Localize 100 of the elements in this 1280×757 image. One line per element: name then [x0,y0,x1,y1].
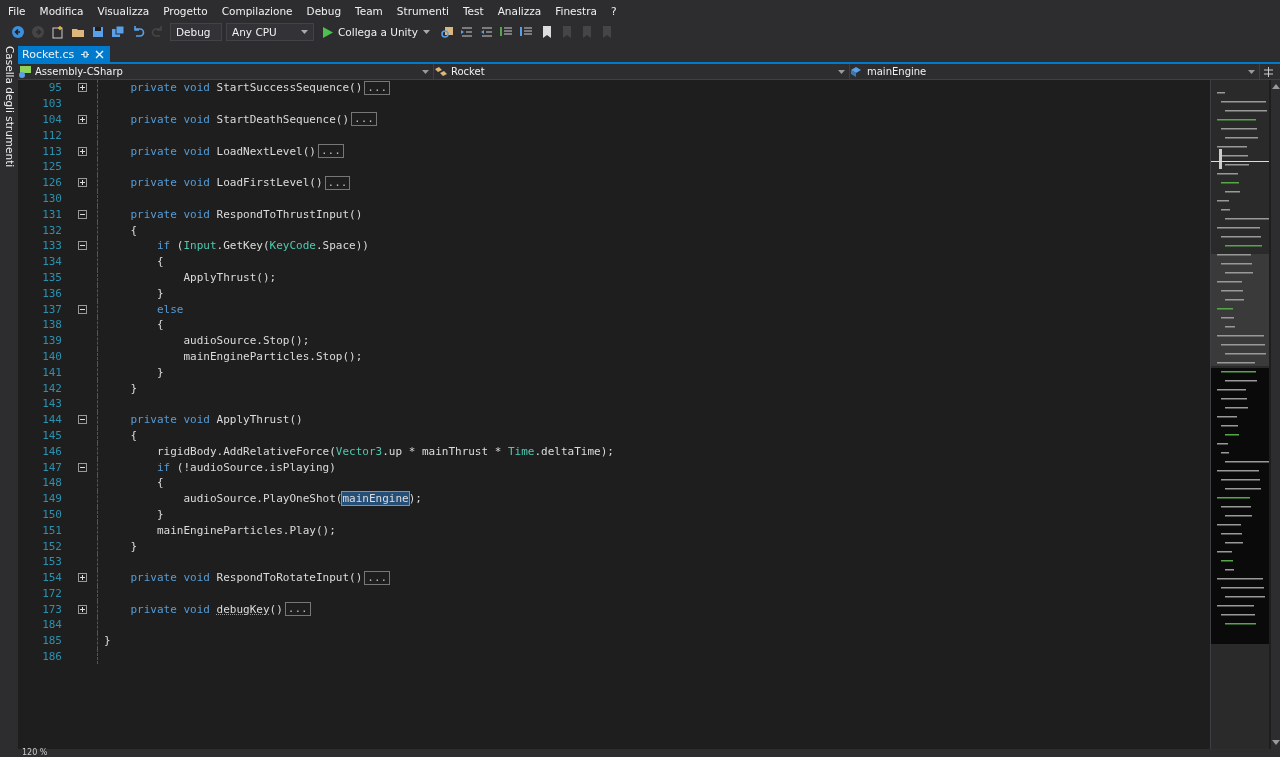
split-icon[interactable] [1264,66,1273,77]
menu-item[interactable]: Test [457,5,492,17]
new-icon[interactable] [50,24,66,40]
code-line: { [155,318,164,332]
line-number: 185 [41,634,63,648]
menu-item[interactable]: Visualizza [91,5,158,17]
line-number: 152 [41,539,63,553]
zoom-level[interactable]: 120 % [22,749,48,757]
collapsed-region[interactable]: ... [284,602,311,617]
run-button[interactable]: Collega a Unity [318,23,435,41]
expand-icon[interactable] [78,146,87,156]
line-number: 95 [47,81,63,95]
collapsed-region[interactable]: ... [324,175,351,190]
line-number: 150 [41,507,63,521]
line-number: 186 [41,650,63,664]
line-number: 132 [41,223,63,237]
caret-icon [422,69,429,74]
code-line: { [129,428,138,442]
code-line: audioSource.Stop(); [182,334,310,348]
menu-item[interactable]: Finestra [549,5,605,17]
expand-icon[interactable] [78,573,87,583]
code-map-drawing[interactable] [1210,80,1269,749]
collapsed-region[interactable]: ... [364,80,391,95]
collapsed-region[interactable]: ... [317,144,344,159]
saveall-icon[interactable] [110,24,126,40]
line-number: 147 [41,460,63,474]
menu-item[interactable]: Progetto [157,5,216,17]
caret-icon [422,30,430,34]
back-icon[interactable] [10,24,26,40]
scroll-up-icon[interactable] [1271,84,1280,89]
code-line: audioSource.PlayOneShot(mainEngine); [182,492,422,506]
menu-item[interactable]: Modifica [33,5,92,17]
caret-icon [1248,69,1255,74]
expand-icon[interactable] [78,83,87,93]
collapse-icon[interactable] [78,209,87,219]
document-tab[interactable]: Rocket.cs [18,46,111,62]
line-number: 184 [41,618,63,632]
code-line: else [155,302,184,316]
code-line: { [155,255,164,269]
collapsed-region[interactable]: ... [351,112,377,127]
find-icon[interactable] [438,24,455,40]
code-line: } [104,634,111,648]
outdent-icon[interactable] [458,24,475,40]
code-line: mainEngineParticles.Stop(); [182,349,363,363]
project-dropdown[interactable]: Assembly-CSharp [18,64,434,79]
type-dropdown[interactable]: Rocket [434,64,850,79]
line-number: 134 [41,255,63,269]
line-number: 112 [41,128,63,142]
code-line: private void RespondToThrustInput() [129,207,363,221]
member-dropdown[interactable]: mainEngine [850,64,1260,79]
menu-item[interactable]: Compilazione [215,5,301,17]
menu-item[interactable]: Debug [300,5,350,17]
code-line: mainEngineParticles.Play(); [155,523,336,537]
close-icon[interactable] [95,50,105,59]
code-line: if (Input.GetKey(KeyCode.Space)) [155,239,369,253]
pin-icon[interactable] [80,50,90,59]
line-number: 149 [41,492,63,506]
project-icon [18,65,32,78]
code-line: private void RespondToRotateInput() [129,571,363,585]
expand-icon[interactable] [78,178,87,188]
code-line: private void StartSuccessSequence() [129,81,363,95]
line-number: 145 [41,428,63,442]
collapse-icon[interactable] [78,241,87,251]
line-number: 138 [41,318,63,332]
line-number: 146 [41,444,63,458]
code-line: private void LoadNextLevel() [129,144,316,158]
menu-item[interactable]: ? [604,5,625,17]
code-line: private void StartDeathSequence() [129,113,350,126]
menu-item[interactable]: Strumenti [390,5,457,17]
scroll-down-icon[interactable] [1271,740,1280,745]
expand-icon[interactable] [78,604,87,614]
code-line: { [155,476,164,490]
save-icon[interactable] [90,24,106,40]
code-line: { [129,223,138,237]
line-number: 136 [41,286,63,300]
menu-item[interactable]: Analizza [491,5,550,17]
configuration-dropdown[interactable]: Debug [170,23,222,41]
line-number: 173 [41,602,63,616]
expand-icon[interactable] [78,115,87,124]
caret-icon [838,69,845,74]
menu-item[interactable]: File [2,5,34,17]
code-line: private void ApplyThrust() [129,413,303,427]
platform-dropdown[interactable]: Any CPU [226,23,314,41]
line-number: 125 [41,160,63,174]
side-panel-tab[interactable]: Casella degli strumenti [0,42,18,757]
line-number: 139 [41,334,63,348]
line-number: 141 [41,365,63,379]
menu-item[interactable]: Team [349,5,391,17]
collapsed-region[interactable]: ... [364,570,391,585]
line-number: 143 [41,397,63,411]
code-line: private void debugKey() [129,602,283,616]
collapse-icon[interactable] [78,415,87,425]
line-number: 148 [41,476,63,490]
collapse-icon[interactable] [78,462,87,472]
line-number: 131 [41,207,63,221]
line-number: 126 [41,176,63,190]
collapse-icon[interactable] [78,304,87,314]
line-number: 133 [41,239,63,253]
code-line: } [155,365,164,379]
line-number: 144 [41,413,63,427]
